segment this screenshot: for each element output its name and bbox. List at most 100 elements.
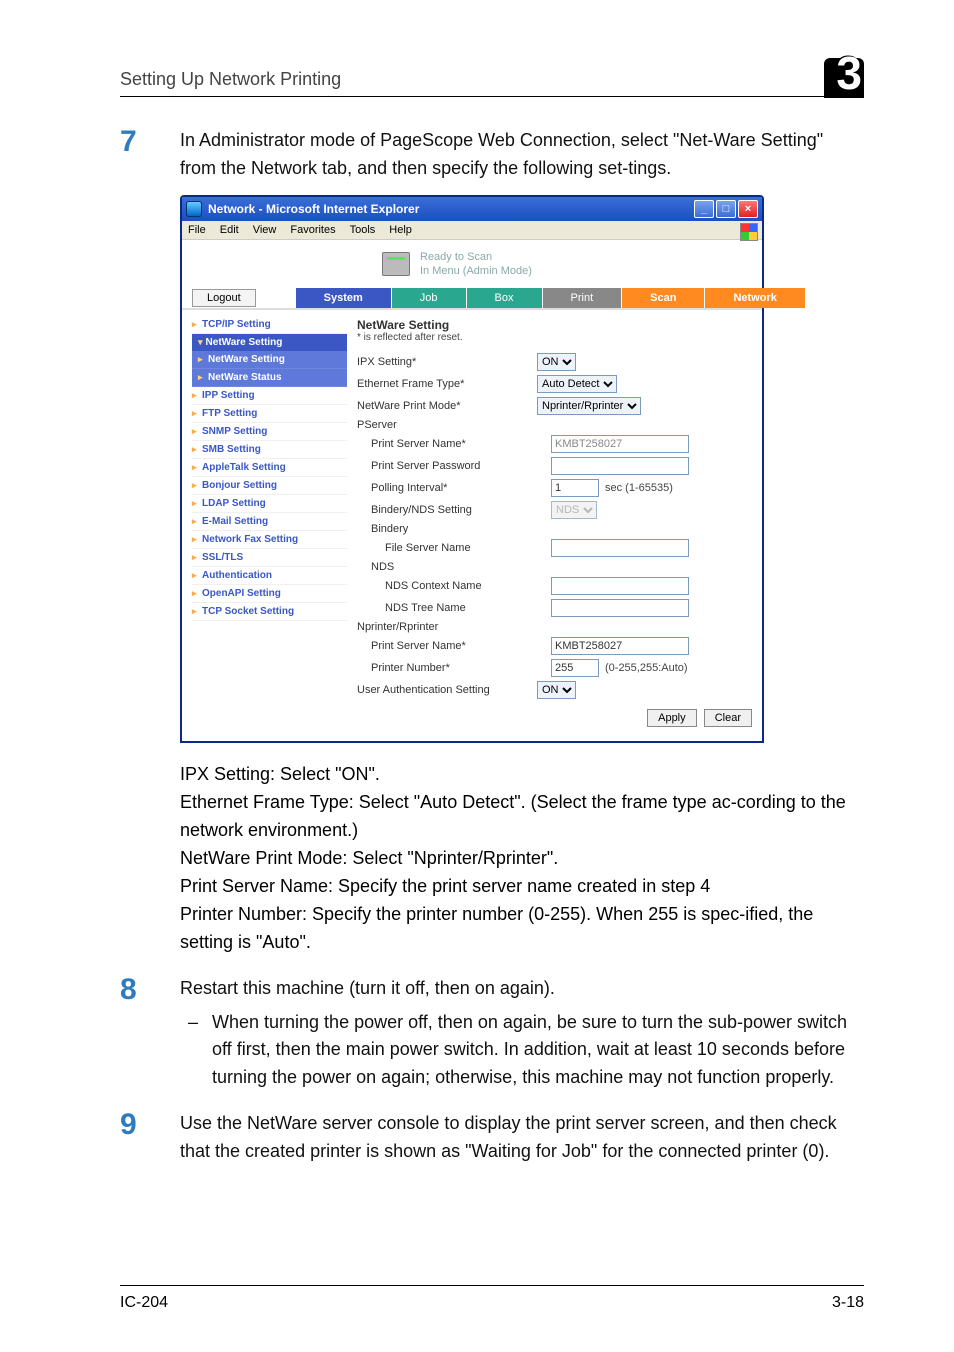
sidebar-item-bonjour[interactable]: Bonjour Setting [192,477,347,495]
tab-job[interactable]: Job [392,288,467,308]
label-print-mode: NetWare Print Mode* [357,400,537,412]
sidebar-item-ssl[interactable]: SSL/TLS [192,549,347,567]
window-titlebar: Network - Microsoft Internet Explorer _ … [182,197,762,221]
close-button[interactable]: × [738,200,758,218]
select-frame-type[interactable]: Auto Detect [537,375,617,393]
label-ipx: IPX Setting* [357,356,537,368]
group-pserver: PServer [357,419,537,431]
label-frame: Ethernet Frame Type* [357,378,537,390]
label-user-auth: User Authentication Setting [357,684,537,696]
menu-view[interactable]: View [253,224,277,236]
label-bindnds: Bindery/NDS Setting [371,504,551,516]
label-ps-name: Print Server Name* [371,438,551,450]
group-bindery: Bindery [371,523,551,535]
step-number-9: 9 [120,1110,180,1166]
sidebar-item-openapi[interactable]: OpenAPI Setting [192,585,347,603]
apply-button[interactable]: Apply [647,709,697,727]
menu-favorites[interactable]: Favorites [290,224,335,236]
select-print-mode[interactable]: Nprinter/Rprinter [537,397,641,415]
printer-icon [382,252,410,276]
step-9-text: Use the NetWare server console to displa… [180,1110,864,1166]
sidebar-item-smb[interactable]: SMB Setting [192,441,347,459]
step-number-8: 8 [120,975,180,1093]
clear-button[interactable]: Clear [704,709,752,727]
menu-file[interactable]: File [188,224,206,236]
sidebar-item-netware-setting[interactable]: NetWare Setting [192,351,347,369]
sidebar-item-netfax[interactable]: Network Fax Setting [192,531,347,549]
panel-title: NetWare Setting [357,318,752,332]
sidebar-item-email[interactable]: E-Mail Setting [192,513,347,531]
desc-line-3: NetWare Print Mode: Select "Nprinter/Rpr… [180,845,864,873]
status-line-2: In Menu (Admin Mode) [420,264,532,278]
tab-box[interactable]: Box [467,288,543,308]
suffix-printer-number: (0-255,255:Auto) [605,662,688,674]
ie-throbber-icon [740,223,758,241]
label-poll: Polling Interval* [371,482,551,494]
menu-help[interactable]: Help [389,224,412,236]
menu-tools[interactable]: Tools [350,224,376,236]
sidebar-item-tcpip[interactable]: TCP/IP Setting [192,316,347,334]
step-7-text: In Administrator mode of PageScope Web C… [180,127,864,183]
main-tab-row: Logout System Job Box Print Scan Network [182,284,762,308]
panel-note: * is reflected after reset. [357,332,752,343]
input-printer-number[interactable] [551,659,599,677]
ie-icon [186,201,202,217]
chapter-badge: 3 [804,40,864,90]
input-ps-password[interactable] [551,457,689,475]
step-number-7: 7 [120,127,180,183]
sidebar-group-netware[interactable]: NetWare Setting [192,334,347,351]
label-nds-context: NDS Context Name [385,580,551,592]
input-file-server[interactable] [551,539,689,557]
suffix-poll: sec (1-65535) [605,482,673,494]
section-title: Setting Up Network Printing [120,69,341,90]
menu-edit[interactable]: Edit [220,224,239,236]
window-title: Network - Microsoft Internet Explorer [208,202,419,216]
sidebar-item-ipp[interactable]: IPP Setting [192,387,347,405]
chapter-number: 3 [836,46,862,100]
sidebar-item-appletalk[interactable]: AppleTalk Setting [192,459,347,477]
input-poll-interval[interactable] [551,479,599,497]
input-np-ps-name[interactable] [551,637,689,655]
tab-system[interactable]: System [296,288,392,308]
desc-line-1: IPX Setting: Select "ON". [180,761,864,789]
browser-menubar: File Edit View Favorites Tools Help [182,221,762,240]
settings-panel: NetWare Setting * is reflected after res… [357,316,752,727]
sidebar-item-netware-status[interactable]: NetWare Status [192,369,347,387]
group-nds: NDS [371,561,551,573]
sidebar-item-ldap[interactable]: LDAP Setting [192,495,347,513]
label-ps-password: Print Server Password [371,460,551,472]
embedded-screenshot: Network - Microsoft Internet Explorer _ … [180,195,764,744]
step-7-description: IPX Setting: Select "ON". Ethernet Frame… [180,761,864,956]
input-nds-context[interactable] [551,577,689,595]
group-nprinter: Nprinter/Rprinter [357,621,537,633]
tab-network[interactable]: Network [705,288,805,308]
device-status-area: Ready to Scan In Menu (Admin Mode) [182,240,762,285]
tab-print[interactable]: Print [543,288,623,308]
label-np-ps-name: Print Server Name* [371,640,551,652]
input-ps-name[interactable] [551,435,689,453]
sidebar-item-tcpsocket[interactable]: TCP Socket Setting [192,603,347,621]
select-user-auth[interactable]: ON [537,681,576,699]
input-nds-tree[interactable] [551,599,689,617]
label-nds-tree: NDS Tree Name [385,602,551,614]
page-footer: IC-204 3-18 [120,1285,864,1312]
select-ipx[interactable]: ON [537,353,576,371]
status-line-1: Ready to Scan [420,250,532,264]
footer-right: 3-18 [832,1294,864,1312]
select-bindnds: NDS [551,501,597,519]
desc-line-4: Print Server Name: Specify the print ser… [180,873,864,901]
sidebar-item-ftp[interactable]: FTP Setting [192,405,347,423]
minimize-button[interactable]: _ [694,200,714,218]
step-8-bullet: When turning the power off, then on agai… [204,1009,864,1093]
desc-line-5: Printer Number: Specify the printer numb… [180,901,864,957]
settings-sidebar: TCP/IP Setting NetWare Setting NetWare S… [192,316,347,727]
tab-scan[interactable]: Scan [622,288,705,308]
sidebar-item-snmp[interactable]: SNMP Setting [192,423,347,441]
logout-button[interactable]: Logout [192,289,256,307]
desc-line-2: Ethernet Frame Type: Select "Auto Detect… [180,789,864,845]
step-8-text: Restart this machine (turn it off, then … [180,975,864,1003]
footer-left: IC-204 [120,1294,168,1312]
label-file-server: File Server Name [385,542,551,554]
sidebar-item-auth[interactable]: Authentication [192,567,347,585]
maximize-button[interactable]: □ [716,200,736,218]
